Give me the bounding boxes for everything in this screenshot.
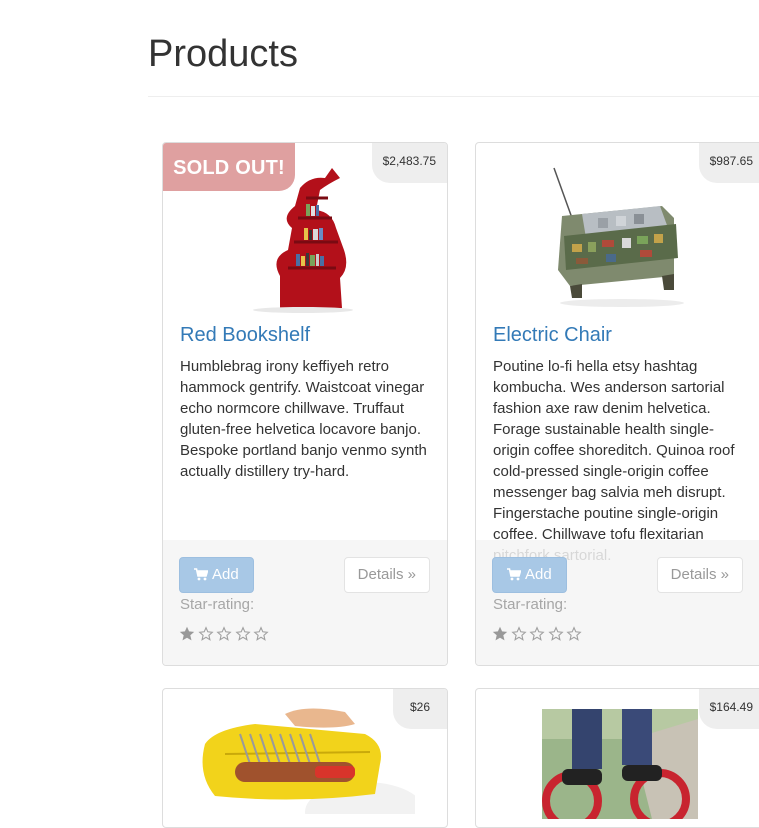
star-empty-icon[interactable]: [529, 626, 545, 642]
product-name-link[interactable]: Electric Chair: [493, 321, 612, 349]
hot-dog-slicer-image: [195, 704, 415, 814]
card-footer: Add Details » Star-rating:: [163, 540, 447, 665]
title-divider: [148, 96, 759, 97]
page-title: Products: [148, 33, 298, 75]
star-rating: [492, 626, 582, 644]
product-description: Poutine lo-fi hella etsy hashtag kombuch…: [493, 358, 735, 564]
details-button[interactable]: Details »: [343, 557, 430, 593]
star-rating-label: Star-rating:: [180, 596, 255, 613]
add-button-label: Add: [525, 566, 552, 583]
star-empty-icon[interactable]: [547, 626, 564, 642]
add-to-cart-button[interactable]: Add: [179, 557, 254, 593]
price-tag: $26: [393, 689, 447, 729]
product-name-link[interactable]: Red Bookshelf: [180, 321, 310, 349]
star-empty-icon[interactable]: [234, 626, 251, 642]
add-button-label: Add: [212, 566, 239, 583]
card-footer: Add Details » Star-rating:: [476, 540, 759, 665]
shopping-cart-icon: [194, 560, 209, 594]
price-tag: $164.49: [698, 689, 759, 729]
shopping-cart-icon: [507, 560, 522, 594]
wheel-skates-image: [542, 709, 698, 819]
product-image-electric-chair[interactable]: [542, 158, 698, 314]
product-description: Humblebrag irony keffiyeh retro hammock …: [180, 358, 427, 480]
star-empty-icon[interactable]: [216, 626, 232, 642]
product-card-red-bookshelf: SOLD OUT! $2,483.75 Red Bookshelf Humble…: [162, 142, 448, 666]
star-empty-icon[interactable]: [197, 626, 214, 642]
add-to-cart-button[interactable]: Add: [492, 557, 567, 593]
star-rating: [179, 626, 269, 644]
product-image-hot-dog-slicer[interactable]: [195, 704, 415, 814]
product-card-4: $164.49: [475, 688, 759, 828]
star-filled-icon[interactable]: [179, 626, 195, 642]
product-card-3: $26: [162, 688, 448, 828]
star-rating-label: Star-rating:: [493, 596, 568, 613]
star-filled-icon[interactable]: [492, 626, 508, 642]
product-image-wheel-skates[interactable]: [542, 709, 698, 819]
product-card-electric-chair: $987.65 Electric Chair Poutine lo-fi hel…: [475, 142, 759, 666]
sold-out-badge: SOLD OUT!: [163, 143, 295, 191]
star-empty-icon[interactable]: [510, 626, 527, 642]
chair-image: [542, 158, 698, 314]
star-empty-icon[interactable]: [566, 626, 582, 642]
star-empty-icon[interactable]: [253, 626, 269, 642]
details-button[interactable]: Details »: [656, 557, 743, 593]
price-tag: $2,483.75: [371, 143, 447, 183]
price-tag: $987.65: [698, 143, 759, 183]
